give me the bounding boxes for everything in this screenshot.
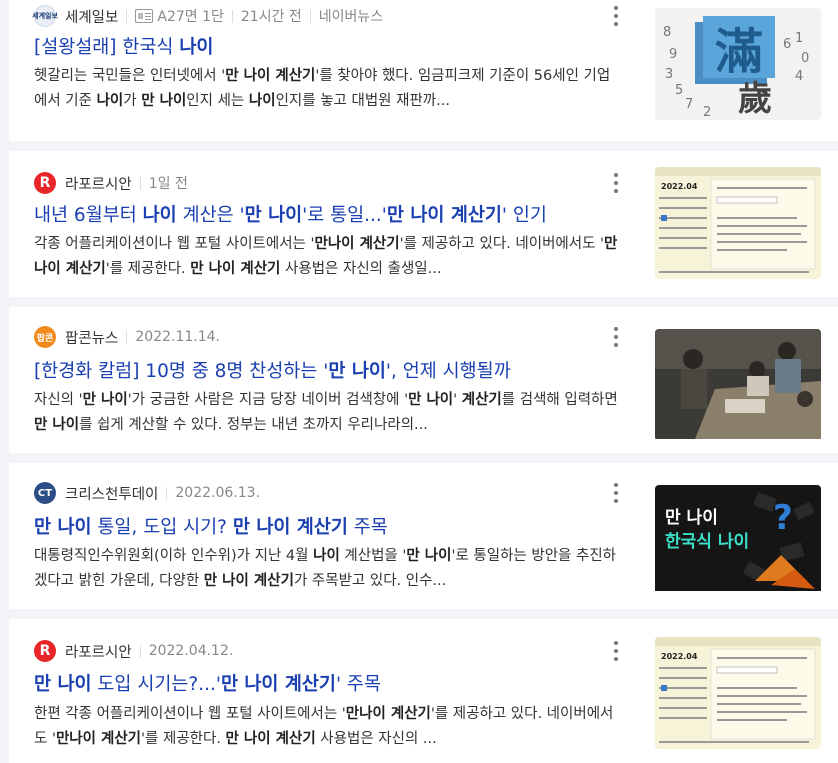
- result-card: 세계일보 세계일보 A27면 1단 21시간 전 네이버뉴스 [설왕설래] 한국…: [9, 0, 838, 141]
- article-snippet: 한편 각종 어플리케이션이나 웹 포털 사이트에서는 '만나이 계산기'를 제공…: [34, 706, 614, 747]
- source-row: CT 크리스천투데이 2022.06.13.: [34, 481, 260, 505]
- svg-text:歲: 歲: [738, 79, 772, 119]
- divider: [126, 330, 128, 344]
- more-options-icon[interactable]: [613, 6, 619, 26]
- press-logo[interactable]: R: [34, 640, 56, 662]
- divider: [139, 176, 141, 190]
- result-card: CT 크리스천투데이 2022.06.13. 만 나이 통일, 도입 시기? 만…: [9, 463, 838, 609]
- article-title[interactable]: 내년 6월부터 나이 계산은 '만 나이'로 통일...'만 나이 계산기' 인…: [34, 201, 547, 227]
- article-title[interactable]: [한경화 칼럼] 10명 중 8명 찬성하는 '만 나이', 언제 시행될까: [34, 357, 511, 383]
- article-thumbnail[interactable]: [655, 329, 821, 441]
- more-options-icon[interactable]: [613, 173, 619, 193]
- press-name[interactable]: 팝콘뉴스: [65, 327, 118, 348]
- more-options-icon[interactable]: [613, 327, 619, 347]
- timestamp: 21시간 전: [240, 9, 302, 25]
- timestamp: 1일 전: [148, 176, 188, 192]
- source-row: R 라포르시안 2022.04.12.: [34, 639, 233, 663]
- svg-text:0: 0: [801, 51, 809, 66]
- source-row: R 라포르시안 1일 전: [34, 171, 188, 195]
- timestamp: 2022.06.13.: [175, 485, 260, 501]
- article-snippet: 헷갈리는 국민들은 인터넷에서 '만 나이 계산기'를 찾아야 했다. 임금피크…: [34, 68, 611, 109]
- svg-text:2022.04: 2022.04: [661, 652, 698, 661]
- svg-text:8: 8: [663, 25, 671, 40]
- press-name[interactable]: 라포르시안: [65, 641, 132, 662]
- svg-text:5: 5: [675, 83, 683, 98]
- article-snippet: 자신의 '만 나이'가 궁금한 사람은 지금 당장 네이버 검색창에 '만 나이…: [34, 392, 618, 433]
- thumb-line2: 한국식 나이: [665, 532, 749, 552]
- result-card: R 라포르시안 2022.04.12. 만 나이 도입 시기는?...'만 나이…: [9, 619, 838, 763]
- article-thumbnail[interactable]: 2022.04: [655, 167, 821, 279]
- article-title[interactable]: 만 나이 통일, 도입 시기? 만 나이 계산기 주목: [34, 513, 388, 539]
- svg-text:2: 2: [703, 105, 711, 120]
- press-logo[interactable]: 세계일보: [32, 5, 58, 27]
- divider: [309, 9, 311, 23]
- source-row: 세계일보 세계일보 A27면 1단 21시간 전 네이버뉴스: [32, 4, 383, 28]
- naver-news-link[interactable]: 네이버뉴스: [319, 6, 383, 26]
- timestamp: 2022.11.14.: [135, 329, 220, 345]
- divider: [231, 9, 233, 23]
- press-name[interactable]: 라포르시안: [65, 173, 132, 194]
- article-thumbnail[interactable]: 2022.04: [655, 637, 821, 749]
- press-logo[interactable]: CT: [34, 482, 56, 504]
- svg-text:7: 7: [685, 97, 693, 112]
- svg-text:?: ?: [773, 498, 793, 538]
- article-title[interactable]: 만 나이 도입 시기는?...'만 나이 계산기' 주목: [34, 670, 381, 696]
- article-title[interactable]: [설왕설래] 한국식 나이: [34, 33, 213, 59]
- press-logo[interactable]: 팝콘: [34, 326, 56, 348]
- newspaper-icon: [135, 9, 154, 23]
- article-snippet: 각종 어플리케이션이나 웹 포털 사이트에서는 '만나이 계산기'를 제공하고 …: [34, 236, 618, 277]
- source-row: 팝콘 팝콘뉴스 2022.11.14.: [34, 325, 220, 349]
- svg-text:9: 9: [669, 47, 677, 62]
- press-name[interactable]: 세계일보: [65, 6, 118, 27]
- divider: [166, 486, 168, 500]
- more-options-icon[interactable]: [613, 483, 619, 503]
- svg-text:1: 1: [795, 31, 803, 46]
- divider: [126, 9, 128, 23]
- divider: [139, 644, 141, 658]
- svg-text:2022.04: 2022.04: [661, 182, 698, 191]
- svg-text:6: 6: [783, 37, 791, 52]
- press-logo[interactable]: R: [34, 172, 56, 194]
- timestamp: 2022.04.12.: [148, 643, 234, 659]
- press-name[interactable]: 크리스천투데이: [65, 483, 158, 504]
- article-thumbnail[interactable]: ? 만 나이 한국식 나이: [655, 485, 821, 597]
- svg-text:3: 3: [665, 67, 673, 82]
- svg-text:4: 4: [795, 69, 803, 84]
- thumb-char: 滿: [715, 24, 763, 80]
- paper-label: A27면 1단: [157, 9, 224, 25]
- result-card: R 라포르시안 1일 전 내년 6월부터 나이 계산은 '만 나이'로 통일..…: [9, 151, 838, 297]
- thumb-line1: 만 나이: [665, 508, 718, 528]
- article-thumbnail[interactable]: 8 9 3 5 7 1 0 4 6 2 滿 歲: [655, 8, 821, 120]
- result-card: 팝콘 팝콘뉴스 2022.11.14. [한경화 칼럼] 10명 중 8명 찬성…: [9, 307, 838, 453]
- article-snippet: 대통령직인수위원회(이하 인수위)가 지난 4월 나이 계산법을 '만 나이'로…: [34, 548, 617, 589]
- more-options-icon[interactable]: [613, 641, 619, 661]
